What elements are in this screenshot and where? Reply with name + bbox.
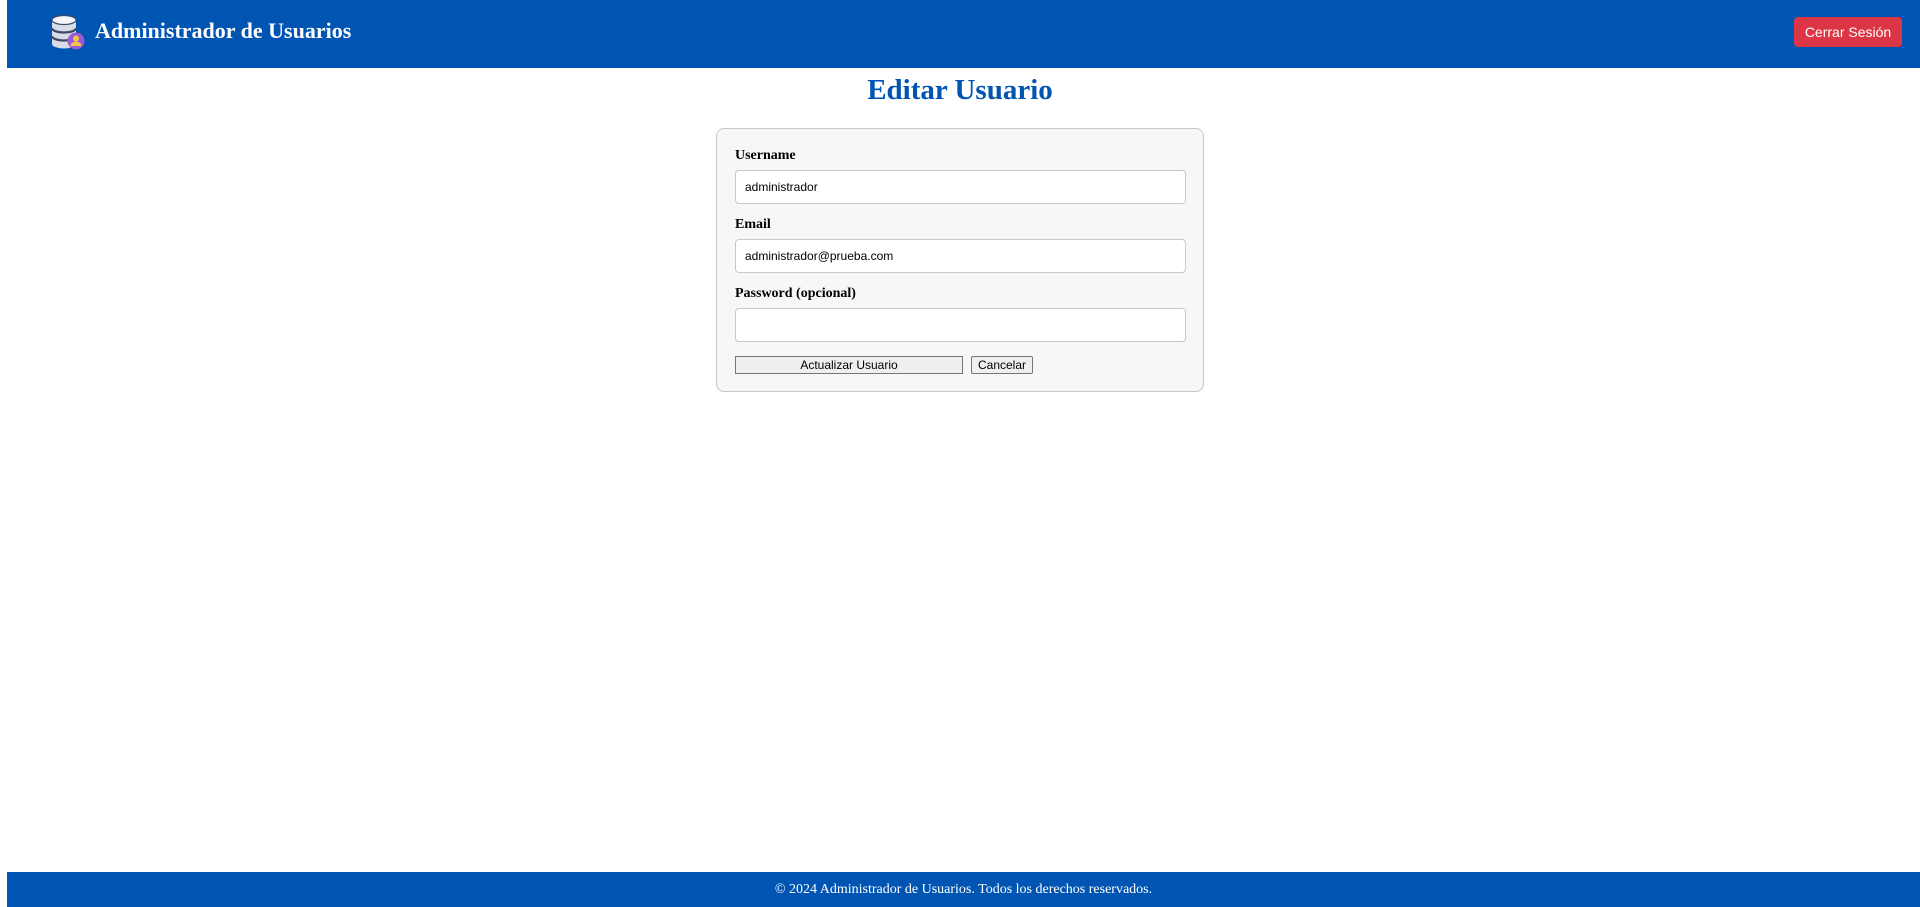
username-label: Username	[735, 148, 796, 163]
footer-text: © 2024 Administrador de Usuarios. Todos …	[774, 882, 1153, 897]
username-field[interactable]	[735, 170, 1186, 204]
logout-button[interactable]: Cerrar Sesión	[1794, 17, 1902, 47]
database-user-icon	[50, 14, 85, 50]
update-user-button[interactable]: Actualizar Usuario	[735, 356, 963, 374]
app-header: Administrador de Usuarios Cerrar Sesión	[7, 0, 1920, 68]
footer: © 2024 Administrador de Usuarios. Todos …	[7, 872, 1920, 907]
app-title: Administrador de Usuarios	[95, 18, 352, 43]
page: Administrador de Usuarios Cerrar Sesión …	[7, 0, 1920, 907]
cancel-button[interactable]: Cancelar	[971, 356, 1033, 374]
email-field[interactable]	[735, 239, 1186, 273]
page-title: Editar Usuario	[867, 74, 1053, 106]
email-label: Email	[735, 217, 771, 232]
password-field[interactable]	[735, 308, 1186, 342]
edit-user-form: Username Email Password (opcional) Actua…	[716, 128, 1204, 392]
password-label: Password (opcional)	[735, 286, 856, 301]
